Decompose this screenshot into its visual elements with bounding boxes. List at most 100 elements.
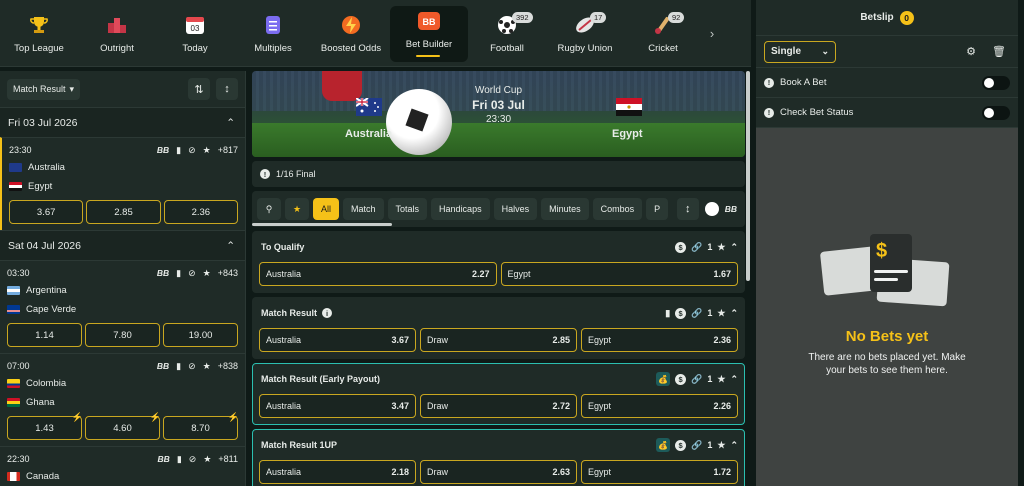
odds-button[interactable]: 2.36 xyxy=(163,200,238,224)
filters-scrollbar[interactable] xyxy=(252,223,392,226)
nav-item-top-league[interactable]: Top League xyxy=(0,0,78,66)
collapse-markets-button[interactable]: ↕ xyxy=(676,198,699,220)
market-title: Match Result 1UP xyxy=(261,440,338,450)
selection-button[interactable]: Draw 2.72 xyxy=(420,394,577,418)
nav-item-football[interactable]: 392 Football xyxy=(468,0,546,66)
odds-button[interactable]: 8.70 ⚡ xyxy=(163,412,239,440)
chevron-up-icon[interactable]: ⌃ xyxy=(730,308,738,319)
odds-button[interactable]: 1.43 ⚡ xyxy=(7,412,83,440)
nav-scroll-right-button[interactable]: › xyxy=(702,0,722,66)
filter-tab-match[interactable]: Match xyxy=(343,198,384,220)
more-markets-count[interactable]: +811 xyxy=(218,454,238,464)
market-filters: ⚲ ★ All Match Totals Handicaps Halves Minutes… xyxy=(252,191,745,227)
nav-item-bet-builder[interactable]: BB Bet Builder xyxy=(390,6,468,62)
selection-button[interactable]: Draw 2.85 xyxy=(420,328,577,352)
svg-text:03: 03 xyxy=(191,24,200,33)
chevron-up-icon[interactable]: ⌃ xyxy=(730,242,738,253)
selection-odds: 2.85 xyxy=(552,335,570,345)
list-icon xyxy=(261,13,285,37)
selections-row: Australia 3.47 Draw 2.72 Egypt 2.26 xyxy=(259,394,738,418)
date-header[interactable]: Fri 03 Jul 2026 ⌃ xyxy=(0,107,245,137)
odds-button[interactable]: 1.14 xyxy=(7,323,82,347)
link-count: 1 xyxy=(707,242,713,252)
event-scrollbar[interactable] xyxy=(746,71,750,281)
settings-button[interactable]: ⚙ xyxy=(960,41,982,63)
match-card[interactable]: 07:00 BB ▮ ⊘ ★ +838 Colombia Ghana 1.43 ⚡ 4.60 ⚡ 8.7… xyxy=(0,353,245,446)
filter-tab-p[interactable]: P xyxy=(646,198,669,220)
date-header[interactable]: Sat 04 Jul 2026 ⌃ xyxy=(0,230,245,260)
odds-button[interactable]: 19.00 xyxy=(163,323,238,347)
star-icon[interactable]: ★ xyxy=(717,374,725,385)
filter-tab-minutes[interactable]: Minutes xyxy=(541,198,589,220)
odds-button[interactable]: 3.67 xyxy=(9,200,84,224)
nav-item-multiples[interactable]: Multiples xyxy=(234,0,312,66)
selection-button[interactable]: Egypt 2.26 xyxy=(581,394,738,418)
odds-button[interactable]: 7.80 xyxy=(85,323,160,347)
selection-button[interactable]: Australia 3.47 xyxy=(259,394,416,418)
star-icon[interactable]: ★ xyxy=(203,454,211,465)
star-icon[interactable]: ★ xyxy=(203,145,211,156)
sports-nav: Top League Outright 03 Today Multiples Booste… xyxy=(0,0,751,67)
odds-row: 1.43 ⚡ 4.60 ⚡ 8.70 ⚡ xyxy=(7,412,239,440)
selection-button[interactable]: Australia 3.67 xyxy=(259,328,416,352)
filter-tab-all[interactable]: All xyxy=(313,198,340,220)
team-name: Ghana xyxy=(26,397,55,408)
nav-item-rugby-union[interactable]: 17 Rugby Union xyxy=(546,0,624,66)
clear-betslip-button[interactable]: 🗑 xyxy=(988,41,1010,63)
calendar-icon: 03 xyxy=(183,13,207,37)
nav-item-cricket[interactable]: 92 Cricket xyxy=(624,0,702,66)
market-header[interactable]: Match Result 1UP 💰 $ 🔗 1 ★ ⌃ xyxy=(259,436,738,454)
more-markets-count[interactable]: +817 xyxy=(218,145,238,155)
filter-tab-totals[interactable]: Totals xyxy=(387,198,428,220)
filter-tab-halves[interactable]: Halves xyxy=(493,198,538,220)
filter-tab-combos[interactable]: Combos xyxy=(592,198,643,220)
filter-tab-handicaps[interactable]: Handicaps xyxy=(431,198,490,220)
market-header[interactable]: Match Result (Early Payout) 💰 $ 🔗 1 ★ ⌃ xyxy=(259,370,738,388)
check-bet-status-label: Check Bet Status xyxy=(780,107,854,118)
match-card-header: 07:00 BB ▮ ⊘ ★ +838 xyxy=(7,358,238,374)
bet-builder-icon: BB xyxy=(156,361,170,371)
star-icon[interactable]: ★ xyxy=(203,268,211,279)
nav-item-ten[interactable]: Ten xyxy=(722,0,751,66)
nav-item-outright[interactable]: Outright xyxy=(78,0,156,66)
more-markets-count[interactable]: +843 xyxy=(218,268,238,278)
selection-button[interactable]: Draw 2.63 xyxy=(420,460,577,484)
sort-button[interactable]: ⇅ xyxy=(188,78,210,100)
odds-button[interactable]: 4.60 ⚡ xyxy=(85,412,161,440)
betslip-type-row: Single ⌄ ⚙ 🗑 xyxy=(756,36,1018,68)
chevron-up-icon[interactable]: ⌃ xyxy=(730,440,738,451)
market-card: Match Result i ▮ $ 🔗 1 ★ ⌃ Australia 3.67 Draw 2.85… xyxy=(252,297,745,359)
market-select[interactable]: Match Result ▾ xyxy=(7,78,81,100)
info-icon[interactable]: i xyxy=(322,308,333,318)
stats-icon: ▮ xyxy=(176,453,182,464)
market-header[interactable]: Match Result i ▮ $ 🔗 1 ★ ⌃ xyxy=(259,304,738,322)
bet-type-select[interactable]: Single ⌄ xyxy=(764,40,836,63)
selection-button[interactable]: Egypt 1.72 xyxy=(581,460,738,484)
star-icon[interactable]: ★ xyxy=(203,361,211,372)
bet-builder-toggle[interactable] xyxy=(704,202,719,216)
market-header[interactable]: To Qualify $ 🔗 1 ★ ⌃ xyxy=(259,238,738,256)
nav-item-boosted-odds[interactable]: Boosted Odds xyxy=(312,0,390,66)
star-icon[interactable]: ★ xyxy=(717,308,725,319)
check-bet-status-toggle[interactable] xyxy=(982,105,1010,120)
selection-button[interactable]: Australia 2.18 xyxy=(259,460,416,484)
star-icon[interactable]: ★ xyxy=(717,242,725,253)
more-markets-count[interactable]: +838 xyxy=(218,361,238,371)
selection-button[interactable]: Egypt 1.67 xyxy=(500,262,738,286)
match-card[interactable]: 03:30 BB ▮ ⊘ ★ +843 Argentina Cape Verde 1.14 7.8… xyxy=(0,260,245,353)
selection-button[interactable]: Australia 2.27 xyxy=(259,262,497,286)
market-icons: ▮ $ 🔗 1 ★ ⌃ xyxy=(665,307,738,319)
chevron-up-icon[interactable]: ⌃ xyxy=(730,374,738,385)
match-card[interactable]: 23:30 BB ▮ ⊘ ★ +817 Australia Egypt 3.67 2.85 2.36 xyxy=(0,137,245,230)
betslip-header[interactable]: Betslip 0 xyxy=(756,0,1018,36)
book-a-bet-toggle[interactable] xyxy=(982,75,1010,90)
star-icon[interactable]: ★ xyxy=(717,440,725,451)
match-card[interactable]: 22:30 BB ▮ ⊘ ★ +811 Canada xyxy=(0,446,245,486)
collapse-all-button[interactable]: ↕ xyxy=(216,78,238,100)
search-button[interactable]: ⚲ xyxy=(257,198,281,220)
selections-row: Australia 3.67 Draw 2.85 Egypt 2.36 xyxy=(259,328,738,352)
odds-button[interactable]: 2.85 xyxy=(86,200,161,224)
nav-item-today[interactable]: 03 Today xyxy=(156,0,234,66)
selection-button[interactable]: Egypt 2.36 xyxy=(581,328,738,352)
favourites-filter[interactable]: ★ xyxy=(285,198,309,220)
